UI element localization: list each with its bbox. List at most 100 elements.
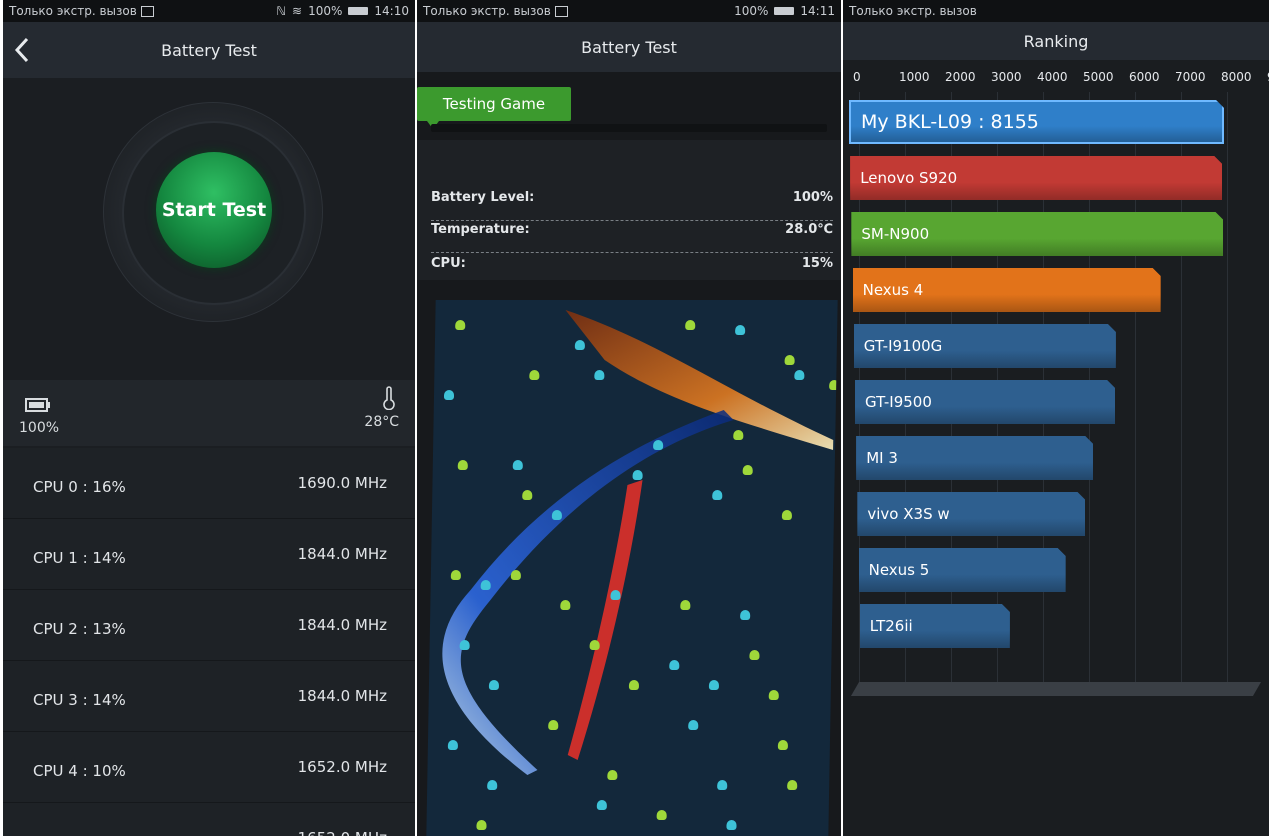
row-value: 28.0℃ [785,222,833,237]
my-device-bar: My BKL-L09 : 8155 [849,100,1224,144]
android-sprite [742,465,753,475]
android-sprite [596,800,607,810]
device-bar: Nexus 4 [853,268,1161,312]
test-progress-bar [431,124,827,132]
android-sprite [548,720,559,730]
device-bar: SM-N900 [851,212,1223,256]
android-sprite [781,510,793,520]
android-sprite [476,820,487,830]
cpu-list: CPU 0 : 16% 1690.0 MHz CPU 1 : 14% 1844.0 M… [3,448,415,836]
scale-tick-label: 7000 [1175,70,1206,84]
title-bar: Ranking [843,22,1269,60]
android-sprite [510,570,521,580]
page-title: Battery Test [581,37,677,57]
start-test-button[interactable]: Start Test [156,152,272,268]
android-sprite [455,320,466,330]
clock: 14:11 [800,4,835,18]
page-title: Battery Test [161,40,257,60]
android-sprite [480,580,491,590]
thermometer-icon [383,386,395,410]
particle-visualization [442,310,834,775]
battery-stats: 100% 28°C [3,380,415,446]
testing-game-panel: Только экстр. вызов 100% 14:11 Battery T… [417,0,841,836]
ranking-panel: Только экстр. вызов Ranking 0 1000 2000 300… [843,0,1269,836]
scale-tick-label: 5000 [1083,70,1114,84]
android-sprite [574,340,585,350]
cpu-usage-label: CPU 2 : 13% [33,620,126,638]
cpu-row: CPU 4 : 10% 1652.0 MHz [3,732,415,803]
scale-tick-label: 6000 [1129,70,1160,84]
cpu-frequency: 1844.0 MHz [297,545,387,563]
start-test-area: Start Test [3,78,415,378]
android-sprite [740,610,751,620]
cpu-usage-label: CPU 1 : 14% [33,549,126,567]
title-bar: Battery Test [417,22,841,72]
android-sprite [607,770,618,780]
scale-tick-label: 2000 [945,70,976,84]
android-sprite [784,355,795,365]
device-bar: GT-I9500 [855,380,1115,424]
cpu-row: CPU: 15% [431,256,833,286]
scale-tick-label: 8000 [1221,70,1252,84]
row-label: Temperature: [431,222,530,237]
test-info-box: Battery Level: 100% Temperature: 28.0℃ C… [417,140,841,280]
battery-icon [774,7,795,15]
android-sprite [708,680,720,690]
android-sprite [685,320,696,330]
android-sprite [712,490,723,500]
battery-percent: 100% [308,4,343,18]
battery-icon [348,7,369,15]
android-sprite [459,640,470,650]
ranking-chart: My BKL-L09 : 8155 Lenovo S920 SM-N900 Nexus… [849,92,1263,692]
android-sprite [717,780,728,790]
android-sprite [447,740,458,750]
scale-tick-label: 4000 [1037,70,1068,84]
battery-level-row: Battery Level: 100% [431,190,833,221]
gridline [1227,92,1228,692]
carrier-text: Только экстр. вызов [9,4,137,18]
android-sprite [610,590,621,600]
cpu-usage-label: CPU 4 : 10% [33,762,126,780]
android-sprite [457,460,468,470]
row-value: 100% [792,190,833,205]
battery-test-panel: Только экстр. вызов ℕ ≋ 100% 14:10 Batte… [3,0,415,836]
battery-icon [25,398,50,412]
android-sprite [688,720,699,730]
device-bar: vivo X3S w [857,492,1085,536]
android-sprite [777,740,788,750]
back-arrow-icon[interactable] [11,36,35,64]
status-bar: Только экстр. вызов ℕ ≋ 100% 14:10 [3,0,415,22]
android-sprite [787,780,798,790]
android-sprite [669,660,680,670]
android-sprite [749,650,760,660]
android-sprite [589,640,600,650]
android-sprite [450,570,461,580]
game-render-area [426,300,838,836]
testing-game-badge: Testing Game [417,87,571,129]
android-sprite [488,680,500,690]
cpu-usage-label: CPU 0 : 16% [33,478,126,496]
carrier-text: Только экстр. вызов [423,4,551,18]
page-title: Ranking [1023,31,1089,51]
android-sprite [560,600,571,610]
battery-level: 100% [19,420,60,436]
cpu-row: CPU 0 : 16% 1690.0 MHz [3,448,415,519]
scale-tick-label: 3000 [991,70,1022,84]
score-scale: 0 1000 2000 3000 4000 5000 6000 7000 8000 90 [843,62,1269,90]
android-sprite [768,690,779,700]
cpu-row: CPU 1 : 14% 1844.0 MHz [3,519,415,590]
chart-floor [850,682,1262,696]
cpu-frequency: 1690.0 MHz [297,474,387,492]
row-value: 15% [801,256,833,271]
android-sprite [632,470,643,480]
android-sprite [680,600,691,610]
android-sprite [829,380,838,390]
scale-tick-label: 90 [1267,70,1269,84]
status-bar: Только экстр. вызов [843,0,1269,22]
android-sprite [653,440,664,450]
android-sprite [443,390,455,400]
android-sprite [656,810,667,820]
status-bar: Только экстр. вызов 100% 14:11 [417,0,841,22]
cpu-frequency: 1844.0 MHz [297,687,387,705]
device-bar: GT-I9100G [854,324,1116,368]
